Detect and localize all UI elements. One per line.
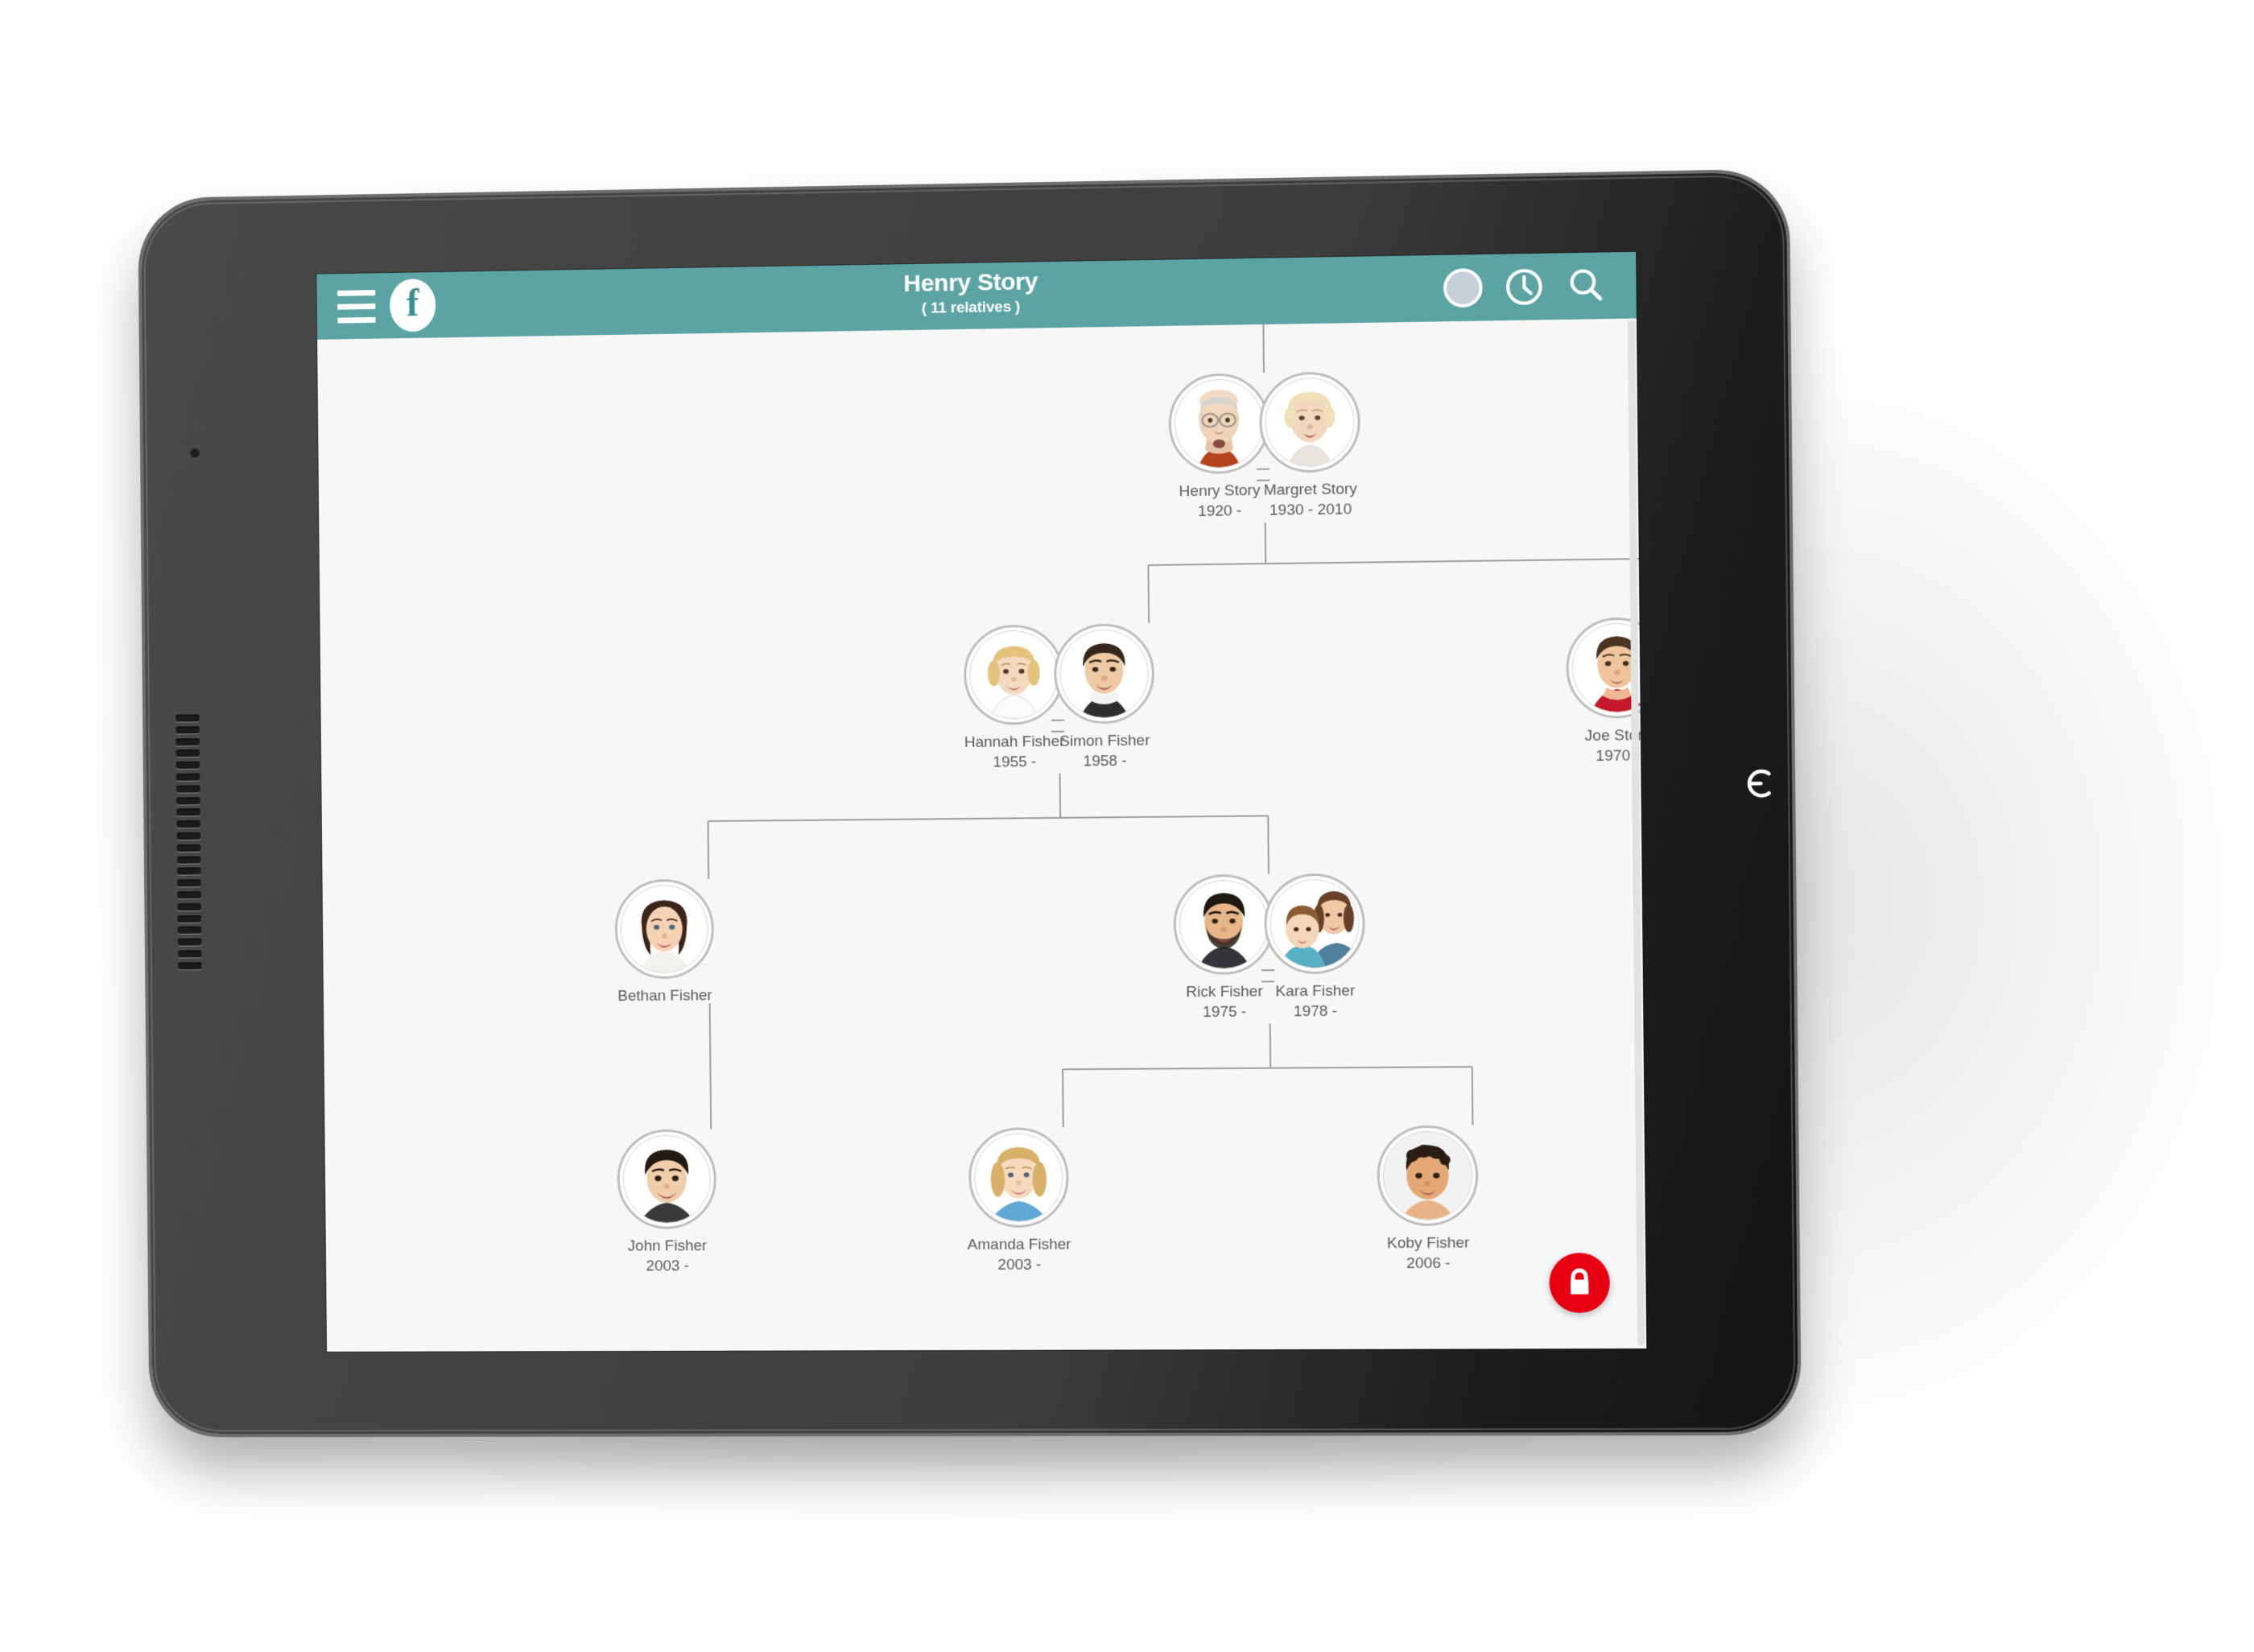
tablet-device: f Henry Story ( 11 relatives ) Henry Sto… bbox=[141, 171, 1798, 1435]
tablet-side-shadow bbox=[1771, 338, 2254, 1465]
avatar[interactable] bbox=[1443, 268, 1483, 308]
person-photo[interactable] bbox=[614, 878, 715, 980]
front-camera-icon bbox=[189, 447, 200, 458]
page-title: Henry Story bbox=[903, 268, 1038, 298]
person-name: Simon Fisher bbox=[1059, 732, 1150, 750]
lock-button[interactable] bbox=[1549, 1253, 1611, 1313]
person-name: Amanda Fisher bbox=[967, 1236, 1071, 1253]
person-dates: 1930 - 2010 bbox=[1269, 501, 1352, 519]
elderly-woman-blonde-photo bbox=[1265, 378, 1355, 467]
power-button-icon[interactable] bbox=[1741, 762, 1786, 806]
girl-blonde-blue-top-photo bbox=[974, 1134, 1063, 1221]
woman-dark-bob-photo bbox=[621, 885, 708, 973]
person-node-bethan-fisher[interactable]: Bethan Fisher bbox=[588, 878, 741, 1006]
person-node-john-fisher[interactable]: John Fisher 2003 - bbox=[591, 1129, 744, 1276]
person-name: Margret Story bbox=[1263, 481, 1357, 499]
person-node-margret-story[interactable]: Margret Story 1930 - 2010 bbox=[1232, 371, 1388, 522]
app-logo-letter: f bbox=[406, 282, 419, 325]
person-dates: 1970 - bbox=[1596, 747, 1641, 766]
person-node-koby-fisher[interactable]: Koby Fisher 2006 - bbox=[1350, 1125, 1506, 1274]
family-tree-canvas[interactable]: Henry Story 1920 - Margret Story 1930 - … bbox=[317, 318, 1647, 1352]
tablet-screen: f Henry Story ( 11 relatives ) Henry Sto… bbox=[316, 251, 1647, 1352]
person-name: Koby Fisher bbox=[1386, 1234, 1470, 1253]
person-photo[interactable] bbox=[968, 1127, 1070, 1228]
person-photo[interactable] bbox=[1377, 1125, 1479, 1226]
header-actions bbox=[1443, 265, 1615, 308]
person-dates: 1958 - bbox=[1083, 752, 1127, 770]
person-dates: 2003 - bbox=[646, 1258, 690, 1275]
lock-icon bbox=[1565, 1266, 1595, 1295]
man-dark-hair-smile-photo bbox=[1059, 630, 1149, 718]
person-name: Joe Story bbox=[1584, 726, 1647, 745]
boy-dark-hair-photo bbox=[623, 1135, 711, 1223]
person-photo[interactable] bbox=[617, 1129, 717, 1229]
toddler-curly-hair-photo bbox=[1383, 1131, 1472, 1220]
history-clock-icon[interactable] bbox=[1504, 266, 1545, 308]
person-node-amanda-fisher[interactable]: Amanda Fisher 2003 - bbox=[942, 1127, 1096, 1275]
person-photo[interactable] bbox=[1053, 623, 1155, 725]
person-photo[interactable] bbox=[1263, 873, 1366, 975]
speaker-grille bbox=[175, 714, 202, 970]
person-dates: 2003 - bbox=[997, 1256, 1042, 1274]
header-title-block: Henry Story ( 11 relatives ) bbox=[316, 257, 1636, 328]
person-name: Bethan Fisher bbox=[617, 987, 712, 1005]
app-logo-icon[interactable]: f bbox=[389, 278, 436, 332]
hamburger-menu-icon[interactable] bbox=[337, 286, 386, 327]
person-node-simon-fisher[interactable]: Simon Fisher 1958 - bbox=[1027, 623, 1182, 773]
search-icon[interactable] bbox=[1566, 266, 1607, 307]
person-photo[interactable] bbox=[1258, 371, 1361, 473]
person-dates: 2006 - bbox=[1406, 1254, 1451, 1273]
woman-with-child-photo bbox=[1270, 879, 1360, 968]
person-node-kara-fisher[interactable]: Kara Fisher 1978 - bbox=[1237, 873, 1393, 1022]
person-name: Kara Fisher bbox=[1275, 982, 1356, 1001]
person-dates: 1978 - bbox=[1293, 1002, 1338, 1021]
person-name: John Fisher bbox=[627, 1237, 708, 1255]
